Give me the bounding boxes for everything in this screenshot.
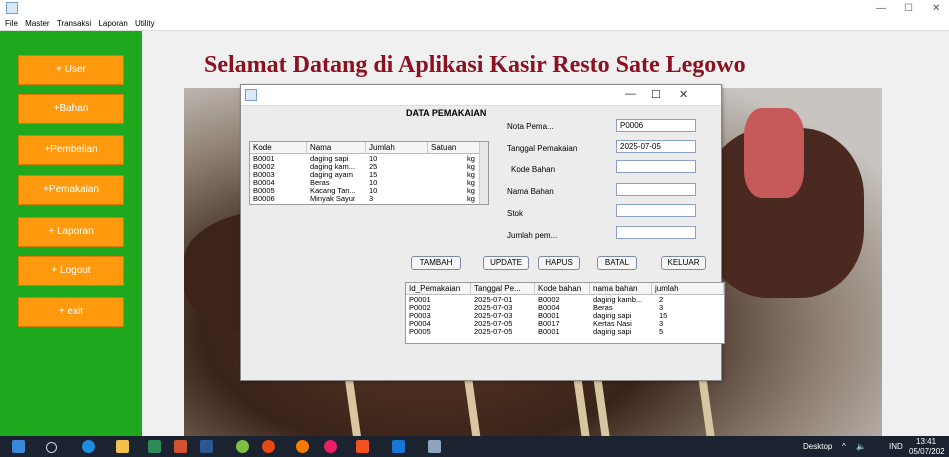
- exit-button[interactable]: + exit: [18, 297, 124, 327]
- column-header[interactable]: nama bahan: [590, 283, 652, 295]
- laporan-button[interactable]: + Laporan: [18, 217, 124, 247]
- tanggal-input[interactable]: [616, 140, 696, 153]
- close-button[interactable]: ✕: [932, 3, 940, 14]
- jumlah-input[interactable]: [616, 226, 696, 239]
- maximize-button[interactable]: ☐: [904, 3, 913, 14]
- word-icon[interactable]: [200, 440, 213, 453]
- user-button[interactable]: + User: [18, 55, 124, 85]
- table-row[interactable]: P0002 2025-07-03 B0004 Beras 3: [406, 304, 724, 312]
- bahan-table[interactable]: Kode Nama Jumlah Satuan B0001 daging sap…: [249, 141, 489, 205]
- app-icon[interactable]: [356, 440, 369, 453]
- menu-bar: File Master Transaksi Laporan Utility: [0, 18, 949, 31]
- table-row[interactable]: B0006 Minyak Sayur 3 kg: [250, 195, 488, 203]
- column-header[interactable]: Jumlah: [366, 142, 428, 154]
- minimize-button[interactable]: —: [876, 3, 886, 14]
- menu-master[interactable]: Master: [25, 18, 49, 30]
- welcome-title: Selamat Datang di Aplikasi Kasir Resto S…: [204, 52, 746, 78]
- menu-file[interactable]: File: [5, 18, 18, 30]
- edge-icon[interactable]: [82, 440, 95, 453]
- data-pemakaian-dialog: — ☐ ✕ DATA PEMAKAIAN Kode Nama Jumlah Sa…: [240, 84, 725, 381]
- table-scrollbar[interactable]: [479, 142, 488, 204]
- file-explorer-icon[interactable]: [116, 440, 129, 453]
- table-row[interactable]: B0002 daging kam... 25 kg: [250, 163, 488, 171]
- pemakaian-button[interactable]: +Pemakaian: [18, 175, 124, 205]
- java-app-icon[interactable]: [428, 440, 441, 453]
- pembelian-button[interactable]: +Pembelian: [18, 135, 124, 165]
- table-row[interactable]: P0004 2025-07-05 B0017 Kertas Nasi 3: [406, 320, 724, 328]
- update-button[interactable]: UPDATE: [483, 256, 529, 270]
- dialog-close-button[interactable]: ✕: [679, 88, 688, 101]
- table-row[interactable]: P0003 2025-07-03 B0001 daging sapi 15: [406, 312, 724, 320]
- column-header[interactable]: jumlah: [652, 283, 724, 295]
- sidebar: + User +Bahan +Pembelian +Pemakaian + La…: [0, 31, 142, 436]
- chevron-up-icon[interactable]: ^: [842, 442, 846, 451]
- tambah-button[interactable]: TAMBAH: [411, 256, 461, 270]
- dialog-maximize-button[interactable]: ☐: [651, 88, 661, 101]
- logout-button[interactable]: + Logout: [18, 256, 124, 286]
- column-header[interactable]: Kode bahan: [535, 283, 590, 295]
- windows-start-icon[interactable]: [12, 440, 25, 453]
- bahan-button[interactable]: +Bahan: [18, 94, 124, 124]
- table-row[interactable]: B0004 Beras 10 kg: [250, 179, 488, 187]
- dialog-titlebar: — ☐ ✕: [241, 85, 721, 106]
- nama-bahan-label: Nama Bahan: [507, 187, 554, 196]
- column-header[interactable]: Nama: [307, 142, 366, 154]
- dialog-title: DATA PEMAKAIAN: [406, 108, 487, 118]
- table-row[interactable]: B0001 daging sapi 10 kg: [250, 155, 488, 163]
- app-icon: [6, 2, 18, 14]
- table-row[interactable]: P0001 2025-07-01 B0002 daging kamb... 2: [406, 296, 724, 304]
- chrome-icon[interactable]: [262, 440, 275, 453]
- batal-button[interactable]: BATAL: [597, 256, 637, 270]
- dialog-icon: [245, 89, 257, 101]
- speaker-icon[interactable]: 🔈: [856, 442, 866, 451]
- nota-input[interactable]: [616, 119, 696, 132]
- jumlah-label: Jumlah pem...: [507, 231, 558, 240]
- clock-time[interactable]: 13:41: [916, 437, 936, 446]
- column-header[interactable]: Id_Pemakaian: [406, 283, 471, 295]
- nota-label: Nota Pema...: [507, 122, 554, 131]
- hapus-button[interactable]: HAPUS: [538, 256, 580, 270]
- table-row[interactable]: B0003 daging ayam 15 kg: [250, 171, 488, 179]
- keluar-button[interactable]: KELUAR: [661, 256, 706, 270]
- table-row[interactable]: B0005 Kacang Tan... 10 kg: [250, 187, 488, 195]
- tanggal-label: Tanggal Pemakaian: [507, 144, 578, 153]
- powerpoint-icon[interactable]: [174, 440, 187, 453]
- app-titlebar: — ☐ ✕: [0, 0, 949, 18]
- nama-bahan-input[interactable]: [616, 183, 696, 196]
- excel-icon[interactable]: [148, 440, 161, 453]
- search-icon[interactable]: [46, 442, 57, 453]
- netbeans-icon[interactable]: [392, 440, 405, 453]
- menu-utility[interactable]: Utility: [135, 18, 155, 30]
- menu-transaksi[interactable]: Transaksi: [57, 18, 91, 30]
- taskbar: Desktop ^ 🔈 IND 13:41 05/07/202: [0, 436, 949, 457]
- menu-laporan[interactable]: Laporan: [98, 18, 127, 30]
- table-row[interactable]: P0005 2025-07-05 B0001 daging sapi 5: [406, 328, 724, 336]
- app-icon[interactable]: [324, 440, 337, 453]
- column-header[interactable]: Tanggal Pe...: [471, 283, 535, 295]
- firefox-icon[interactable]: [296, 440, 309, 453]
- language-indicator[interactable]: IND: [889, 442, 903, 451]
- clock-date[interactable]: 05/07/202: [909, 447, 945, 456]
- pemakaian-table[interactable]: Id_Pemakaian Tanggal Pe... Kode bahan na…: [405, 282, 725, 344]
- column-header[interactable]: Kode: [250, 142, 307, 154]
- stok-input[interactable]: [616, 204, 696, 217]
- kode-bahan-input[interactable]: [616, 160, 696, 173]
- app-icon[interactable]: [236, 440, 249, 453]
- dialog-minimize-button[interactable]: —: [625, 88, 636, 100]
- stok-label: Stok: [507, 209, 524, 218]
- kode-bahan-label: Kode Bahan: [511, 165, 556, 174]
- desktop-label[interactable]: Desktop: [803, 442, 832, 451]
- column-header[interactable]: Satuan: [428, 142, 480, 154]
